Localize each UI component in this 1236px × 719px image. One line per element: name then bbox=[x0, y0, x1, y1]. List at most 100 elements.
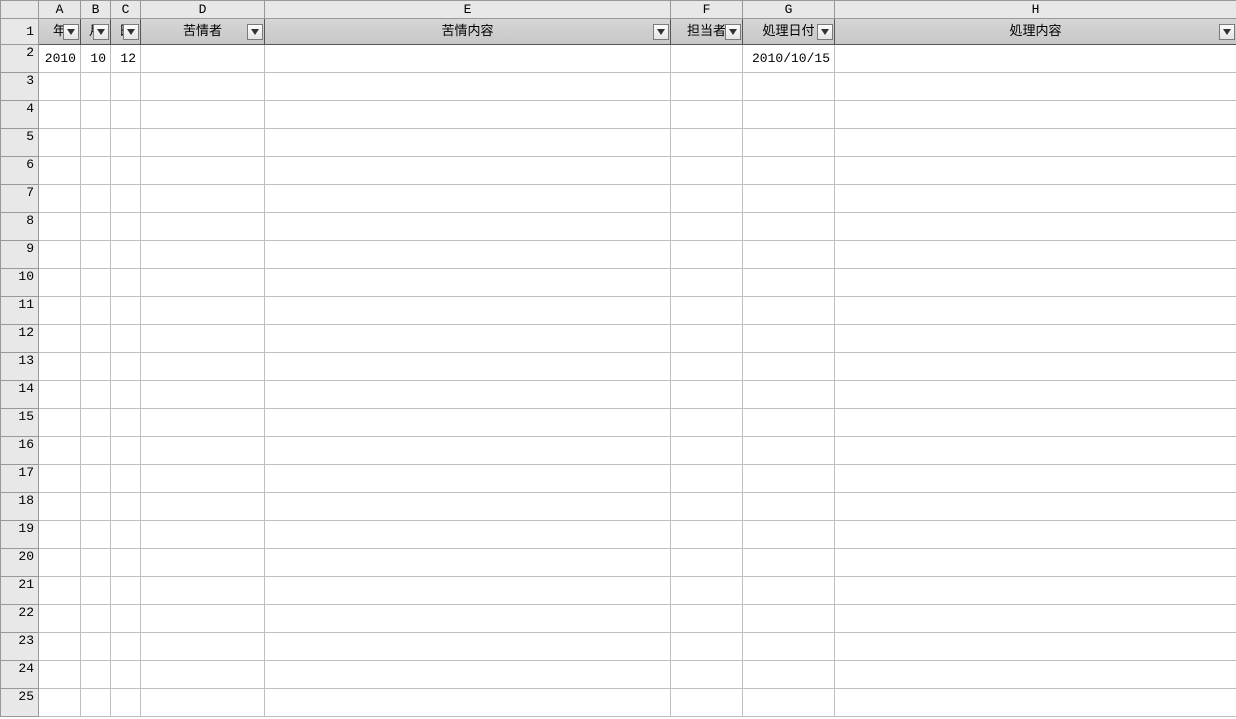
cell-H16[interactable] bbox=[835, 437, 1236, 465]
cell-H19[interactable] bbox=[835, 521, 1236, 549]
column-header-G[interactable]: G bbox=[743, 1, 835, 19]
cell-G25[interactable] bbox=[743, 689, 835, 717]
cell-D8[interactable] bbox=[141, 213, 265, 241]
cell-C25[interactable] bbox=[111, 689, 141, 717]
cell-B16[interactable] bbox=[81, 437, 111, 465]
cell-H13[interactable] bbox=[835, 353, 1236, 381]
row-header[interactable]: 17 bbox=[1, 465, 39, 493]
column-header-F[interactable]: F bbox=[671, 1, 743, 19]
cell-G5[interactable] bbox=[743, 129, 835, 157]
cell-C17[interactable] bbox=[111, 465, 141, 493]
cell-G17[interactable] bbox=[743, 465, 835, 493]
cell-C24[interactable] bbox=[111, 661, 141, 689]
cell-C5[interactable] bbox=[111, 129, 141, 157]
row-header[interactable]: 14 bbox=[1, 381, 39, 409]
cell-F15[interactable] bbox=[671, 409, 743, 437]
row-header[interactable]: 25 bbox=[1, 689, 39, 717]
row-header[interactable]: 10 bbox=[1, 269, 39, 297]
cell-E16[interactable] bbox=[265, 437, 671, 465]
cell-D25[interactable] bbox=[141, 689, 265, 717]
cell-H7[interactable] bbox=[835, 185, 1236, 213]
cell-G2[interactable]: 2010/10/15 bbox=[743, 45, 835, 73]
header-cell-E[interactable]: 苦情内容 bbox=[265, 19, 671, 45]
cell-C12[interactable] bbox=[111, 325, 141, 353]
row-header[interactable]: 22 bbox=[1, 605, 39, 633]
row-header[interactable]: 9 bbox=[1, 241, 39, 269]
cell-B9[interactable] bbox=[81, 241, 111, 269]
cell-E19[interactable] bbox=[265, 521, 671, 549]
cell-C15[interactable] bbox=[111, 409, 141, 437]
cell-D17[interactable] bbox=[141, 465, 265, 493]
cell-G15[interactable] bbox=[743, 409, 835, 437]
cell-E4[interactable] bbox=[265, 101, 671, 129]
row-header[interactable]: 13 bbox=[1, 353, 39, 381]
cell-D7[interactable] bbox=[141, 185, 265, 213]
cell-E13[interactable] bbox=[265, 353, 671, 381]
cell-F22[interactable] bbox=[671, 605, 743, 633]
cell-E6[interactable] bbox=[265, 157, 671, 185]
cell-D15[interactable] bbox=[141, 409, 265, 437]
cell-E3[interactable] bbox=[265, 73, 671, 101]
cell-H10[interactable] bbox=[835, 269, 1236, 297]
cell-C18[interactable] bbox=[111, 493, 141, 521]
cell-G8[interactable] bbox=[743, 213, 835, 241]
cell-C10[interactable] bbox=[111, 269, 141, 297]
cell-B13[interactable] bbox=[81, 353, 111, 381]
cell-C20[interactable] bbox=[111, 549, 141, 577]
cell-B25[interactable] bbox=[81, 689, 111, 717]
cell-B14[interactable] bbox=[81, 381, 111, 409]
cell-G4[interactable] bbox=[743, 101, 835, 129]
cell-C4[interactable] bbox=[111, 101, 141, 129]
row-header[interactable]: 8 bbox=[1, 213, 39, 241]
cell-G20[interactable] bbox=[743, 549, 835, 577]
row-header[interactable]: 4 bbox=[1, 101, 39, 129]
cell-F12[interactable] bbox=[671, 325, 743, 353]
cell-F9[interactable] bbox=[671, 241, 743, 269]
cell-F7[interactable] bbox=[671, 185, 743, 213]
cell-G21[interactable] bbox=[743, 577, 835, 605]
cell-D11[interactable] bbox=[141, 297, 265, 325]
cell-E18[interactable] bbox=[265, 493, 671, 521]
cell-C6[interactable] bbox=[111, 157, 141, 185]
cell-F2[interactable] bbox=[671, 45, 743, 73]
row-header[interactable]: 21 bbox=[1, 577, 39, 605]
cell-F10[interactable] bbox=[671, 269, 743, 297]
cell-G22[interactable] bbox=[743, 605, 835, 633]
cell-E22[interactable] bbox=[265, 605, 671, 633]
cell-H12[interactable] bbox=[835, 325, 1236, 353]
row-header[interactable]: 12 bbox=[1, 325, 39, 353]
cell-C9[interactable] bbox=[111, 241, 141, 269]
row-header[interactable]: 20 bbox=[1, 549, 39, 577]
cell-C22[interactable] bbox=[111, 605, 141, 633]
cell-G12[interactable] bbox=[743, 325, 835, 353]
cell-F8[interactable] bbox=[671, 213, 743, 241]
cell-B10[interactable] bbox=[81, 269, 111, 297]
row-header[interactable]: 23 bbox=[1, 633, 39, 661]
column-header-D[interactable]: D bbox=[141, 1, 265, 19]
cell-B19[interactable] bbox=[81, 521, 111, 549]
cell-A14[interactable] bbox=[39, 381, 81, 409]
row-header[interactable]: 24 bbox=[1, 661, 39, 689]
cell-D16[interactable] bbox=[141, 437, 265, 465]
cell-C11[interactable] bbox=[111, 297, 141, 325]
cell-B2[interactable]: 10 bbox=[81, 45, 111, 73]
cell-B17[interactable] bbox=[81, 465, 111, 493]
cell-F4[interactable] bbox=[671, 101, 743, 129]
cell-E5[interactable] bbox=[265, 129, 671, 157]
cell-E8[interactable] bbox=[265, 213, 671, 241]
cell-E2[interactable] bbox=[265, 45, 671, 73]
header-cell-B[interactable]: 月 bbox=[81, 19, 111, 45]
cell-A4[interactable] bbox=[39, 101, 81, 129]
row-header[interactable]: 15 bbox=[1, 409, 39, 437]
cell-G6[interactable] bbox=[743, 157, 835, 185]
cell-B12[interactable] bbox=[81, 325, 111, 353]
header-cell-G[interactable]: 処理日付 bbox=[743, 19, 835, 45]
cell-D6[interactable] bbox=[141, 157, 265, 185]
cell-G10[interactable] bbox=[743, 269, 835, 297]
cell-F21[interactable] bbox=[671, 577, 743, 605]
cell-F3[interactable] bbox=[671, 73, 743, 101]
row-header[interactable]: 16 bbox=[1, 437, 39, 465]
cell-G14[interactable] bbox=[743, 381, 835, 409]
cell-E12[interactable] bbox=[265, 325, 671, 353]
cell-D12[interactable] bbox=[141, 325, 265, 353]
